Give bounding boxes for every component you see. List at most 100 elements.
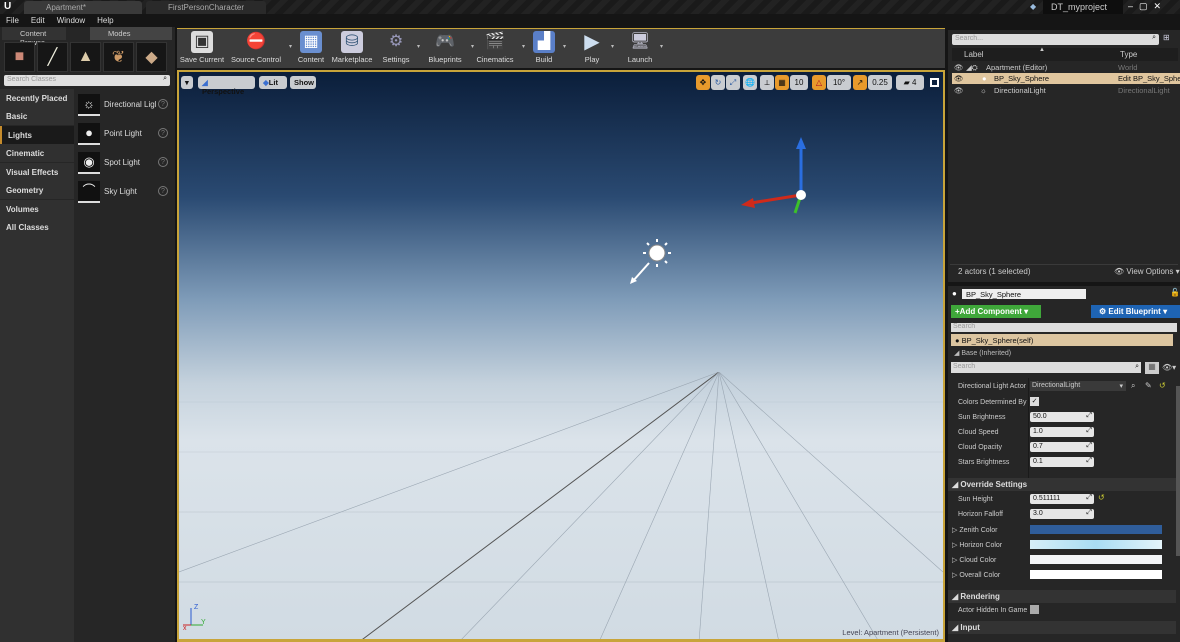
- sun-brightness-input[interactable]: 50.0: [1030, 412, 1094, 422]
- cloud-speed-input[interactable]: 1.0: [1030, 427, 1094, 437]
- lit-button[interactable]: ◆Lit: [259, 76, 287, 89]
- world-local-icon[interactable]: 🌐: [743, 75, 757, 90]
- launch-button[interactable]: 🖥 Launch ▾: [626, 31, 663, 67]
- zenith-color-swatch[interactable]: [1030, 525, 1162, 534]
- perspective-button[interactable]: ◢ Perspective: [198, 76, 255, 96]
- show-button[interactable]: Show: [290, 76, 316, 89]
- edit-blueprint-button[interactable]: ⚙ Edit Blueprint ▾: [1091, 305, 1180, 318]
- details-search-input[interactable]: Search ⌕: [951, 362, 1141, 373]
- category-lights[interactable]: Lights: [0, 126, 74, 144]
- table-row-selected[interactable]: 👁●BP_Sky_SphereEdit BP_Sky_Sphere: [952, 73, 1180, 84]
- overall-color-swatch[interactable]: [1030, 570, 1162, 579]
- tab-content-browser[interactable]: Content Browse: [2, 27, 66, 47]
- menu-file[interactable]: File: [6, 16, 19, 25]
- horizon-color-swatch[interactable]: [1030, 540, 1162, 549]
- colors-determined-checkbox[interactable]: ✓: [1030, 397, 1039, 406]
- category-all-classes[interactable]: All Classes: [0, 218, 74, 642]
- category-geometry[interactable]: Geometry: [0, 181, 74, 199]
- property-matrix-icon[interactable]: ▦: [1145, 362, 1159, 374]
- prop-label[interactable]: ▷ Overall Color: [952, 571, 1000, 579]
- view-options-button[interactable]: 👁 View Options ▾: [1114, 267, 1180, 276]
- picker-icon[interactable]: ✎: [1145, 381, 1152, 390]
- input-section[interactable]: ◢ Input: [948, 621, 1176, 634]
- tab-modes[interactable]: Modes: [90, 27, 172, 40]
- marketplace-button[interactable]: ⛁ Marketplace: [330, 31, 374, 67]
- cloud-color-swatch[interactable]: [1030, 555, 1162, 564]
- sun-height-input[interactable]: 0.511111: [1030, 494, 1094, 504]
- rotation-snap-value[interactable]: 10°: [827, 75, 851, 90]
- help-icon[interactable]: ?: [158, 157, 168, 167]
- translate-tool-icon[interactable]: ✥: [696, 75, 710, 90]
- category-basic[interactable]: Basic: [0, 107, 74, 125]
- component-search-input[interactable]: Search: [951, 323, 1177, 332]
- list-item[interactable]: ⌒ Sky Light?: [78, 181, 172, 207]
- place-mode-icon[interactable]: ■: [4, 42, 35, 72]
- paint-mode-icon[interactable]: ╱: [37, 42, 68, 72]
- search-classes-input[interactable]: Search Classes ⌕: [4, 75, 170, 86]
- add-component-button[interactable]: +Add Component ▾: [951, 305, 1041, 318]
- grid-snap-icon[interactable]: ▦: [775, 75, 789, 90]
- blueprints-button[interactable]: 🎮 Blueprints ▾: [425, 31, 474, 67]
- directional-light-actor-select[interactable]: DirectionalLight ▾: [1030, 381, 1126, 391]
- scale-snap-icon[interactable]: ↗: [853, 75, 867, 90]
- landscape-mode-icon[interactable]: ▲: [70, 42, 101, 72]
- help-icon[interactable]: ?: [158, 128, 168, 138]
- lock-icon[interactable]: 🔓: [1170, 288, 1180, 297]
- column-label[interactable]: Label: [964, 50, 984, 59]
- cloud-opacity-input[interactable]: 0.7: [1030, 442, 1094, 452]
- save-current-button[interactable]: ▣ Save Current: [179, 31, 225, 67]
- rotation-snap-icon[interactable]: △: [812, 75, 826, 90]
- actor-hidden-checkbox[interactable]: [1030, 605, 1039, 614]
- tab-first-person-character[interactable]: FirstPersonCharacter: [146, 1, 266, 14]
- list-item[interactable]: ● Point Light?: [78, 123, 172, 149]
- help-icon[interactable]: ?: [158, 99, 168, 109]
- category-volumes[interactable]: Volumes: [0, 200, 74, 218]
- menu-window[interactable]: Window: [57, 16, 85, 25]
- cinematics-button[interactable]: 🎬 Cinematics ▾: [474, 31, 525, 67]
- camera-speed-button[interactable]: ▰ 4: [896, 75, 924, 90]
- component-self[interactable]: ● BP_Sky_Sphere(self): [951, 334, 1173, 346]
- outliner-search-input[interactable]: Search... ⌕: [952, 34, 1159, 45]
- window-controls[interactable]: –▢✕: [1128, 1, 1167, 12]
- prop-label[interactable]: ▷ Horizon Color: [952, 541, 1002, 549]
- visibility-filter-icon[interactable]: 👁▾: [1162, 363, 1176, 372]
- category-cinematic[interactable]: Cinematic: [0, 144, 74, 162]
- settings-button[interactable]: ⚙ Settings ▾: [381, 31, 420, 67]
- prop-label[interactable]: ▷ Zenith Color: [952, 526, 997, 534]
- menu-help[interactable]: Help: [97, 16, 113, 25]
- menu-edit[interactable]: Edit: [31, 16, 45, 25]
- prop-label[interactable]: ▷ Cloud Color: [952, 556, 996, 564]
- maximize-viewport-icon[interactable]: [930, 78, 939, 87]
- directional-light-icon[interactable]: [627, 237, 677, 287]
- transform-gizmo[interactable]: [739, 137, 809, 227]
- scale-snap-value[interactable]: 0.25: [868, 75, 892, 90]
- add-folder-icon[interactable]: ⊞: [1163, 33, 1170, 42]
- foliage-mode-icon[interactable]: ❦: [103, 42, 134, 72]
- category-recently-placed[interactable]: Recently Placed: [0, 89, 74, 107]
- browse-icon[interactable]: ⌕: [1131, 381, 1135, 391]
- list-item[interactable]: ◉ Spot Light?: [78, 152, 172, 178]
- viewport-options-button[interactable]: ▾: [181, 76, 193, 89]
- component-base[interactable]: ◢ Base (Inherited): [954, 348, 1011, 359]
- stars-brightness-input[interactable]: 0.1: [1030, 457, 1094, 467]
- level-viewport[interactable]: ▾ ◢ Perspective ◆Lit Show ✥ ↻ ⤢ 🌐 ⟂ ▦ 10…: [177, 70, 945, 642]
- build-button[interactable]: ▟ Build ▾: [531, 31, 566, 67]
- rendering-section[interactable]: ◢ Rendering: [948, 590, 1176, 603]
- list-item[interactable]: ☼ Directional Light?: [78, 94, 172, 120]
- horizon-falloff-input[interactable]: 3.0: [1030, 509, 1094, 519]
- content-button[interactable]: ▦ Content: [295, 31, 327, 67]
- tab-apartment[interactable]: Apartment*: [24, 1, 142, 14]
- override-settings-section[interactable]: ◢ Override Settings: [948, 478, 1176, 491]
- column-type[interactable]: Type: [1120, 50, 1137, 59]
- rotate-tool-icon[interactable]: ↻: [711, 75, 725, 90]
- scale-tool-icon[interactable]: ⤢: [726, 75, 740, 90]
- category-visual-effects[interactable]: Visual Effects: [0, 163, 74, 181]
- surface-snap-icon[interactable]: ⟂: [760, 75, 774, 90]
- table-row[interactable]: 👁 ☼ DirectionalLight DirectionalLight: [948, 85, 1180, 96]
- help-icon[interactable]: ?: [158, 186, 168, 196]
- actor-name-input[interactable]: BP_Sky_Sphere: [962, 289, 1086, 299]
- details-scrollbar[interactable]: [1176, 386, 1180, 556]
- geometry-mode-icon[interactable]: ◆: [136, 42, 167, 72]
- table-row[interactable]: 👁 ◢⛭ Apartment (Editor) World: [948, 62, 1180, 73]
- grid-snap-value[interactable]: 10: [790, 75, 808, 90]
